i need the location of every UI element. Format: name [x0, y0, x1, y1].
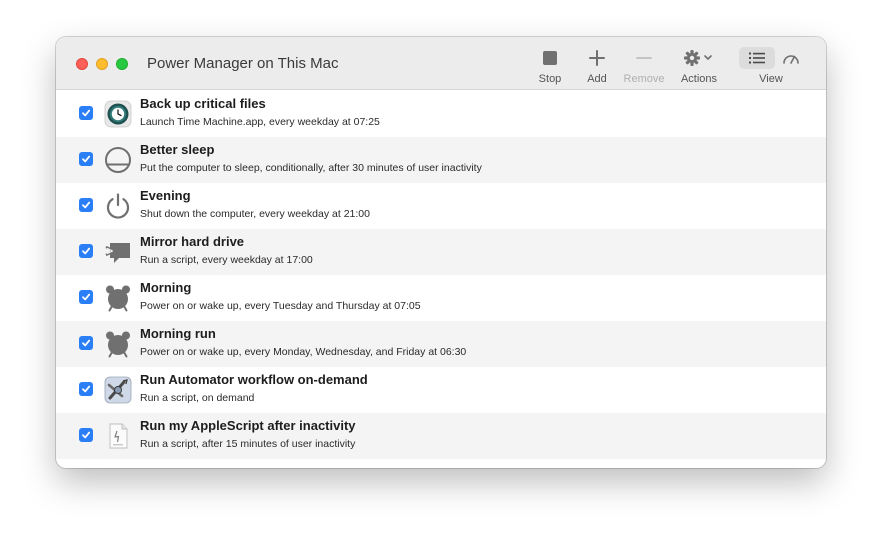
time-machine-icon — [104, 100, 132, 128]
zoom-window-button[interactable] — [116, 58, 128, 70]
event-title: Evening — [140, 188, 191, 203]
event-title: Run my AppleScript after inactivity — [140, 418, 356, 433]
checkmark-icon — [82, 109, 91, 117]
event-subtitle: Run a script, on demand — [140, 392, 255, 404]
stop-button[interactable]: Stop — [536, 47, 564, 89]
checkmark-icon — [82, 293, 91, 301]
checkmark-icon — [82, 339, 91, 347]
event-title: Back up critical files — [140, 96, 266, 111]
remove-button[interactable]: Remove — [622, 47, 666, 89]
add-button[interactable]: Add — [584, 47, 610, 89]
script-icon — [104, 238, 132, 266]
event-title: Better sleep — [140, 142, 215, 157]
actions-menu-button[interactable]: Actions — [678, 47, 720, 89]
event-title: Run Automator workflow on-demand — [140, 372, 368, 387]
event-row[interactable]: Morning run Power on or wake up, every M… — [56, 321, 826, 367]
checkmark-icon — [82, 155, 91, 163]
event-title: Mirror hard drive — [140, 234, 245, 249]
power-manager-window: Power Manager on This Mac Stop Add Remov… — [56, 37, 826, 468]
event-row[interactable]: Back up critical files Launch Time Machi… — [56, 91, 826, 137]
event-subtitle: Launch Time Machine.app, every weekday a… — [140, 116, 380, 128]
applescript-icon — [104, 422, 132, 450]
event-row[interactable]: Morning Power on or wake up, every Tuesd… — [56, 275, 826, 321]
gauge-view-button[interactable] — [779, 47, 803, 69]
add-label: Add — [587, 73, 607, 85]
view-label: View — [759, 73, 783, 85]
event-subtitle: Run a script, after 15 minutes of user i… — [140, 438, 356, 450]
enabled-checkbox[interactable] — [79, 244, 93, 258]
event-subtitle: Run a script, every weekday at 17:00 — [140, 254, 313, 266]
list-view-button[interactable] — [739, 47, 775, 69]
event-row[interactable]: Evening Shut down the computer, every we… — [56, 183, 826, 229]
list-icon — [749, 52, 765, 64]
alarm-clock-icon — [104, 284, 132, 312]
checkmark-icon — [82, 431, 91, 439]
enabled-checkbox[interactable] — [79, 336, 93, 350]
toolbar: Power Manager on This Mac Stop Add Remov… — [56, 37, 826, 90]
checkmark-icon — [82, 201, 91, 209]
close-window-button[interactable] — [76, 58, 88, 70]
remove-label: Remove — [623, 73, 665, 85]
checkmark-icon — [82, 247, 91, 255]
sleep-icon — [104, 146, 132, 174]
event-title: Morning — [140, 280, 192, 295]
enabled-checkbox[interactable] — [79, 198, 93, 212]
gear-icon — [684, 50, 712, 66]
enabled-checkbox[interactable] — [79, 106, 93, 120]
actions-label: Actions — [680, 73, 718, 85]
enabled-checkbox[interactable] — [79, 290, 93, 304]
power-icon — [104, 192, 132, 220]
plus-icon — [589, 50, 605, 66]
gauge-icon — [783, 55, 799, 64]
alarm-clock-icon — [104, 330, 132, 358]
event-subtitle: Put the computer to sleep, conditionally… — [140, 162, 482, 174]
event-row[interactable]: Run my AppleScript after inactivity Run … — [56, 413, 826, 459]
event-subtitle: Power on or wake up, every Tuesday and T… — [140, 300, 421, 312]
minus-icon — [636, 57, 652, 59]
checkmark-icon — [82, 385, 91, 393]
stop-icon — [543, 51, 557, 65]
enabled-checkbox[interactable] — [79, 152, 93, 166]
minimize-window-button[interactable] — [96, 58, 108, 70]
event-subtitle: Power on or wake up, every Monday, Wedne… — [140, 346, 467, 358]
stop-label: Stop — [538, 73, 562, 85]
event-row[interactable]: Mirror hard drive Run a script, every we… — [56, 229, 826, 275]
enabled-checkbox[interactable] — [79, 382, 93, 396]
event-title: Morning run — [140, 326, 216, 341]
automator-icon — [104, 376, 132, 404]
event-list: Back up critical files Launch Time Machi… — [56, 91, 826, 468]
window-title: Power Manager on This Mac — [147, 55, 339, 72]
event-row[interactable]: Better sleep Put the computer to sleep, … — [56, 137, 826, 183]
event-subtitle: Shut down the computer, every weekday at… — [140, 208, 370, 220]
enabled-checkbox[interactable] — [79, 428, 93, 442]
view-control: View — [739, 47, 803, 89]
event-row[interactable]: Run Automator workflow on-demand Run a s… — [56, 367, 826, 413]
